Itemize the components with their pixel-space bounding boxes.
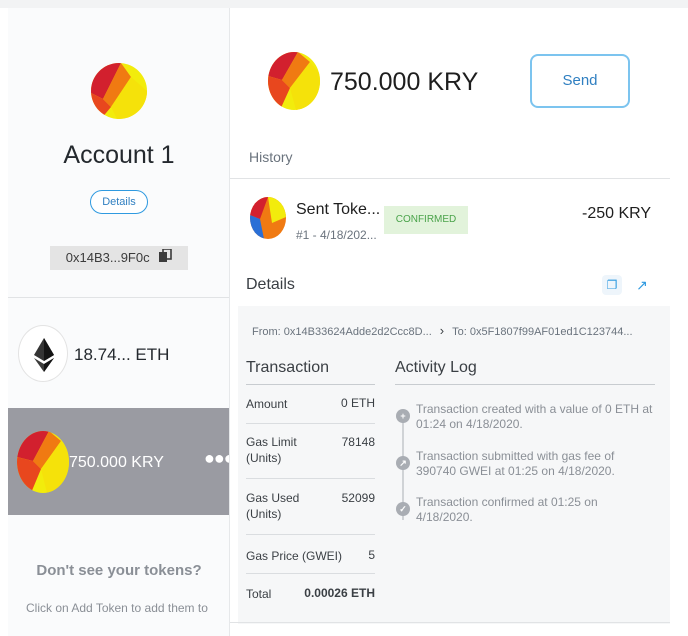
- gas-limit-value: 78148: [341, 435, 375, 449]
- account-sidebar: Account 1 Details 0x14B3...9F0c 18.74...…: [8, 8, 230, 636]
- status-badge: CONFIRMED: [384, 206, 468, 234]
- sidebar-divider: [8, 297, 229, 298]
- account-avatar-icon: [91, 63, 147, 119]
- gas-used-label: Gas Used (Units): [246, 491, 300, 521]
- activity-log-item: Transaction submitted with gas fee of 39…: [416, 449, 615, 478]
- token-row-eth[interactable]: 18.74... ETH: [8, 310, 229, 400]
- to-address: To: 0x5F1807f99AF01ed1C123744...: [452, 326, 633, 338]
- from-to-row: From: 0x14B33624Adde2d2Ccc8D... › To: 0x5F…: [252, 323, 633, 338]
- arrow-up-right-icon: ↗: [396, 456, 410, 470]
- token-main-panel: 750.000 KRY Send History Sent Toke... #1…: [230, 8, 670, 636]
- activity-log-item: Transaction created with a value of 0 ET…: [416, 402, 653, 431]
- top-bar: [0, 0, 688, 8]
- copy-icon: [159, 247, 173, 271]
- activity-log-item: Transaction confirmed at 01:25 on 4/18/2…: [416, 495, 598, 524]
- kry-token-icon: [250, 197, 286, 239]
- gas-limit-label: Gas Limit (Units): [246, 435, 297, 465]
- ethereum-icon: [18, 325, 68, 382]
- activity-log-title: Activity Log: [395, 359, 477, 376]
- account-name: Account 1: [63, 141, 175, 169]
- dont-see-tokens-title: Don't see your tokens?: [36, 562, 202, 579]
- send-button[interactable]: Send: [530, 54, 630, 108]
- token-balance-header: 750.000 KRY: [330, 68, 479, 96]
- activity-log-divider: [395, 384, 655, 385]
- gas-price-label: Gas Price (GWEI): [246, 549, 343, 563]
- table-divider: [246, 478, 375, 479]
- history-divider: [230, 178, 670, 179]
- account-address-copy[interactable]: 0x14B3...9F0c: [50, 246, 188, 270]
- transaction-value: -250 KRY: [582, 205, 652, 222]
- table-divider: [246, 534, 375, 535]
- copy-icon[interactable]: ❐: [602, 275, 622, 295]
- wallet-page: Account 1 Details 0x14B3...9F0c 18.74...…: [0, 0, 688, 636]
- add-token-hint: Click on Add Token to add them to: [26, 601, 208, 615]
- history-title: History: [249, 149, 293, 165]
- kry-token-icon: [17, 431, 69, 493]
- account-details-button[interactable]: Details: [90, 190, 148, 214]
- account-address: 0x14B3...9F0c: [65, 250, 150, 265]
- gas-price-value: 5: [368, 548, 375, 562]
- transaction-details-panel: From: 0x14B33624Adde2d2Ccc8D... › To: 0x5F…: [238, 306, 670, 624]
- transaction-section-divider: [246, 384, 375, 385]
- transaction-subtitle: #1 - 4/18/202...: [296, 228, 377, 242]
- token-row-kry[interactable]: 750.000 KRY ●●●: [8, 408, 229, 515]
- details-title: Details: [246, 276, 295, 293]
- transaction-section-title: Transaction: [246, 359, 329, 376]
- amount-label: Amount: [246, 397, 288, 411]
- table-divider: [246, 573, 375, 574]
- external-link-icon[interactable]: ↗: [632, 275, 652, 295]
- more-options-icon[interactable]: ●●●: [204, 448, 229, 469]
- check-icon: ✓: [396, 502, 410, 516]
- total-value: 0.00026 ETH: [304, 586, 375, 600]
- from-address: From: 0x14B33624Adde2d2Ccc8D...: [252, 326, 432, 338]
- plus-icon: +: [396, 409, 410, 423]
- eth-balance: 18.74... ETH: [74, 345, 170, 364]
- table-divider: [246, 423, 375, 424]
- amount-value: 0 ETH: [340, 396, 375, 410]
- arrow-right-icon: ›: [439, 323, 445, 338]
- total-label: Total: [246, 587, 272, 601]
- right-gutter: [670, 8, 688, 636]
- kry-balance: 750.000 KRY: [69, 454, 164, 471]
- bottom-divider: [230, 622, 670, 623]
- kry-token-icon: [268, 52, 320, 110]
- gas-used-value: 52099: [341, 491, 375, 505]
- transaction-title: Sent Toke...: [296, 201, 381, 218]
